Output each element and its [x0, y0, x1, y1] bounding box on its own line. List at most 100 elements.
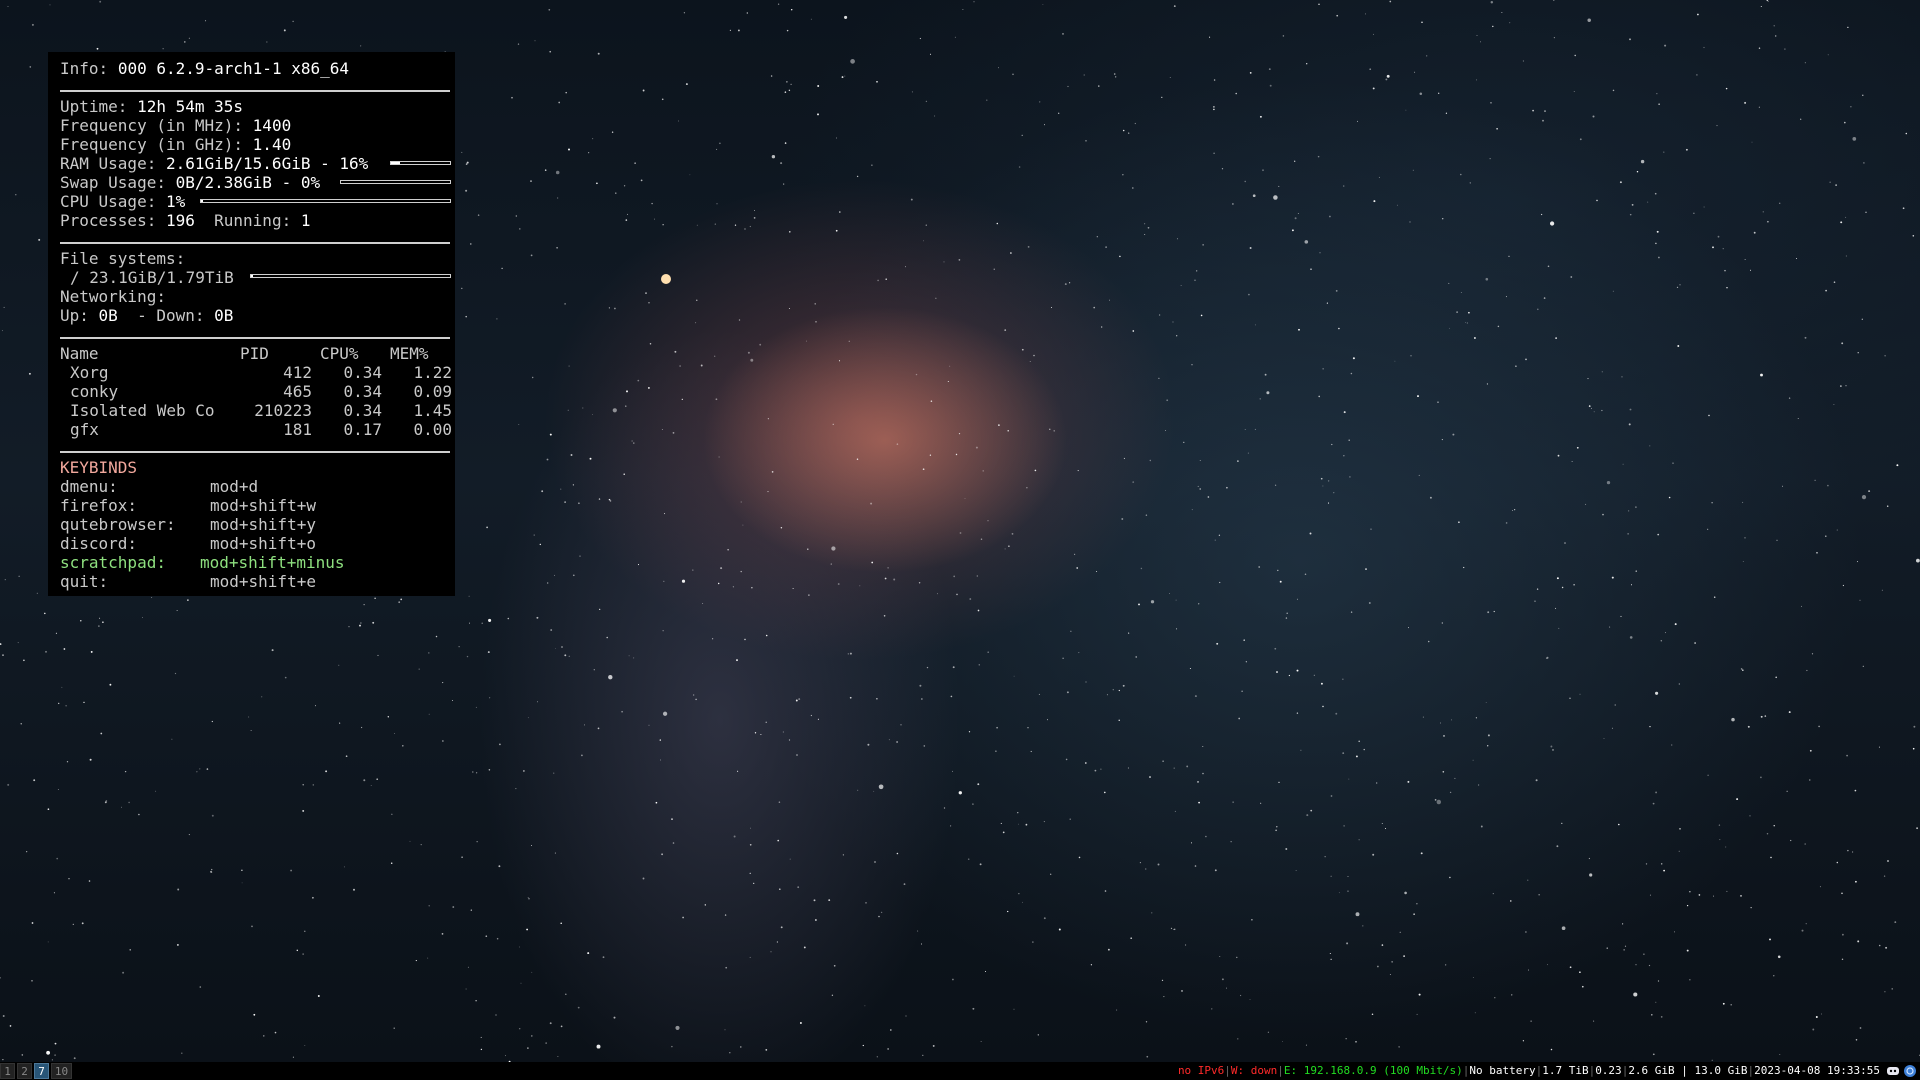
process-pid: 210223 [254, 401, 312, 420]
status-separator: | [1224, 1064, 1231, 1077]
keybind-item: qutebrowser: mod+shift+y [60, 515, 452, 534]
workspace-button-7[interactable]: 7 [34, 1063, 49, 1079]
cpu-row: CPU Usage: 1% [60, 192, 185, 211]
uptime-label: Uptime: [60, 97, 128, 116]
workspace-button-10[interactable]: 10 [51, 1063, 72, 1079]
status-block: 1.7 TiB [1542, 1064, 1589, 1077]
column-header-pid: PID [240, 344, 269, 363]
cpu-label: CPU Usage: [60, 192, 157, 211]
freq-mhz-row: Frequency (in MHz): 1400 [60, 116, 291, 135]
table-row: Isolated Web Co 210223 0.34 1.45 [60, 401, 452, 420]
info-label: Info: [60, 59, 109, 78]
freq-ghz-label: Frequency (in GHz): [60, 135, 244, 154]
process-name: Isolated Web Co [70, 401, 215, 420]
network-row: Up: 0B - Down: 0B [60, 306, 233, 325]
process-name: Xorg [70, 363, 109, 382]
divider [60, 242, 450, 244]
process-cpu: 0.17 [343, 420, 382, 439]
networking-label: Networking: [60, 287, 166, 306]
process-pid: 465 [283, 382, 312, 401]
column-header-mem: MEM% [390, 344, 429, 363]
column-header-name: Name [60, 344, 99, 363]
status-block: 2.6 GiB | 13.0 GiB [1628, 1064, 1748, 1077]
keybind-key: qutebrowser: [60, 515, 176, 534]
cpu-bar [200, 199, 451, 203]
down-value: 0B [214, 306, 234, 325]
keybind-key: dmenu: [60, 477, 118, 496]
swap-bar [340, 180, 451, 184]
freq-ghz-row: Frequency (in GHz): 1.40 [60, 135, 291, 154]
filesystems-label: File systems: [60, 249, 186, 268]
root-fs-value: / 23.1GiB/1.79TiB [70, 268, 234, 287]
network-icon[interactable] [1903, 1064, 1917, 1078]
ram-bar-fill [391, 162, 401, 164]
discord-icon[interactable] [1886, 1064, 1900, 1078]
status-block: No battery [1469, 1064, 1536, 1077]
cpu-bar-fill [201, 200, 204, 202]
conky-panel: Info: 000 6.2.9-arch1-1 x86_64 Uptime: 1… [48, 52, 455, 596]
process-cpu: 0.34 [343, 382, 382, 401]
keybind-item: discord: mod+shift+o [60, 534, 452, 553]
table-row: conky 465 0.34 0.09 [60, 382, 452, 401]
keybind-binding: mod+d [210, 477, 259, 496]
divider [60, 451, 450, 453]
ram-bar [390, 161, 451, 165]
process-mem: 1.22 [413, 363, 452, 382]
status-block: 0.23 [1595, 1064, 1622, 1077]
running-label: Running: [214, 211, 292, 230]
keybind-binding: mod+shift+e [210, 572, 316, 591]
status-block: 2023-04-08 19:33:55 [1754, 1064, 1880, 1077]
process-pid: 181 [283, 420, 312, 439]
swap-label: Swap Usage: [60, 173, 166, 192]
keybinds-title: KEYBINDS [60, 458, 138, 477]
workspace-button-1[interactable]: 1 [0, 1063, 15, 1079]
keybind-binding: mod+shift+minus [200, 553, 345, 572]
divider [60, 337, 450, 339]
table-row: gfx 181 0.17 0.00 [60, 420, 452, 439]
column-header-cpu: CPU% [320, 344, 359, 363]
keybind-item: dmenu: mod+d [60, 477, 452, 496]
status-bar: 1 2 7 10 no IPv6|W: down|E: 192.168.0.9 … [0, 1062, 1920, 1080]
keybind-item: firefox: mod+shift+w [60, 496, 452, 515]
ram-row: RAM Usage: 2.61GiB/15.6GiB - 16% [60, 154, 368, 173]
uptime-value: 12h 54m 35s [137, 97, 244, 116]
table-row: Xorg 412 0.34 1.22 [60, 363, 452, 382]
root-fs-bar [250, 274, 451, 278]
status-block: E: 192.168.0.9 (100 Mbit/s) [1283, 1064, 1463, 1077]
process-mem: 0.00 [413, 420, 452, 439]
process-cpu: 0.34 [343, 363, 382, 382]
up-value: 0B [98, 306, 118, 325]
root-fs-bar-fill [251, 275, 253, 277]
processes-label: Processes: [60, 211, 157, 230]
bright-star [661, 274, 671, 284]
running-value: 1 [300, 211, 311, 230]
processes-row: Processes: 196 Running: 1 [60, 211, 310, 230]
process-mem: 1.45 [413, 401, 452, 420]
process-table: Name PID CPU% MEM% Xorg 412 0.34 1.22 co… [60, 344, 452, 439]
info-value: 000 6.2.9-arch1-1 x86_64 [117, 59, 349, 78]
status-block: W: down [1230, 1064, 1278, 1077]
keybind-key: firefox: [60, 496, 138, 515]
up-label: Up: [60, 306, 89, 325]
keybind-item: quit: mod+shift+e [60, 572, 452, 591]
process-name: conky [70, 382, 119, 401]
keybind-binding: mod+shift+o [210, 534, 316, 553]
keybind-key: quit: [60, 572, 109, 591]
process-name: gfx [70, 420, 99, 439]
info-row: Info: 000 6.2.9-arch1-1 x86_64 [60, 59, 349, 78]
status-separator: | [1277, 1064, 1284, 1077]
status-blocks: no IPv6|W: down|E: 192.168.0.9 (100 Mbit… [1178, 1062, 1880, 1080]
keybind-key: discord: [60, 534, 138, 553]
cpu-value: 1% [165, 192, 186, 211]
freq-mhz-value: 1400 [252, 116, 292, 135]
keybinds-list: dmenu: mod+d firefox: mod+shift+w qutebr… [60, 477, 452, 591]
process-cpu: 0.34 [343, 401, 382, 420]
ram-value: 2.61GiB/15.6GiB - 16% [165, 154, 369, 173]
process-mem: 0.09 [413, 382, 452, 401]
swap-row: Swap Usage: 0B/2.38GiB - 0% [60, 173, 320, 192]
keybind-binding: mod+shift+w [210, 496, 316, 515]
keybind-binding: mod+shift+y [210, 515, 316, 534]
workspace-button-2[interactable]: 2 [17, 1063, 32, 1079]
freq-ghz-value: 1.40 [252, 135, 292, 154]
ram-label: RAM Usage: [60, 154, 157, 173]
